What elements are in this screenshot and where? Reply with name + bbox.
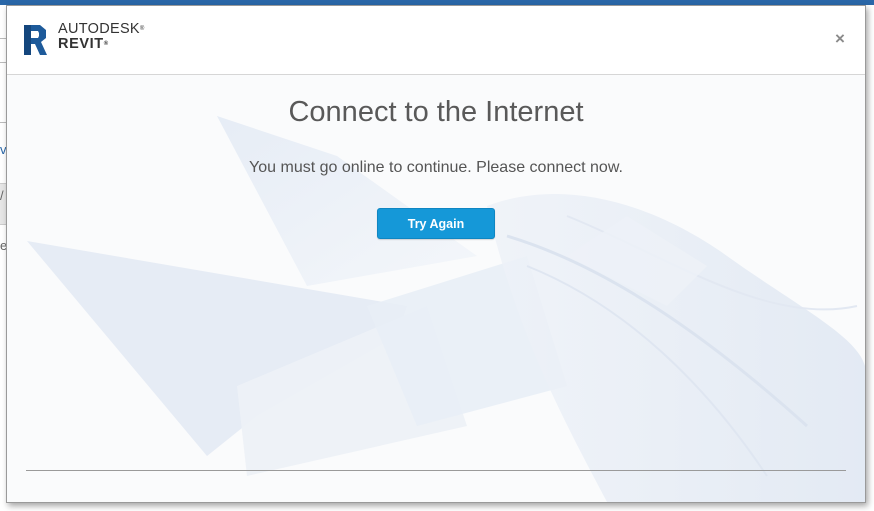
brand-logo-text: AUTODESK® REVIT® bbox=[58, 21, 145, 52]
revit-r-logo-icon bbox=[24, 25, 47, 55]
try-again-button[interactable]: Try Again bbox=[377, 208, 495, 239]
background-artwork bbox=[7, 6, 865, 502]
brand-revit-label: REVIT bbox=[58, 36, 104, 52]
dialog-title: Connect to the Internet bbox=[288, 96, 584, 128]
connect-dialog: AUTODESK® REVIT® × Connect to the Intern… bbox=[6, 5, 866, 503]
background-text-fragment: / bbox=[0, 188, 4, 203]
brand-autodesk-label: AUTODESK bbox=[58, 21, 140, 37]
dialog-message: You must go online to continue. Please c… bbox=[249, 159, 623, 176]
dialog-header: AUTODESK® REVIT® × bbox=[7, 6, 865, 75]
close-icon[interactable]: × bbox=[833, 30, 847, 47]
footer-divider bbox=[26, 470, 846, 471]
